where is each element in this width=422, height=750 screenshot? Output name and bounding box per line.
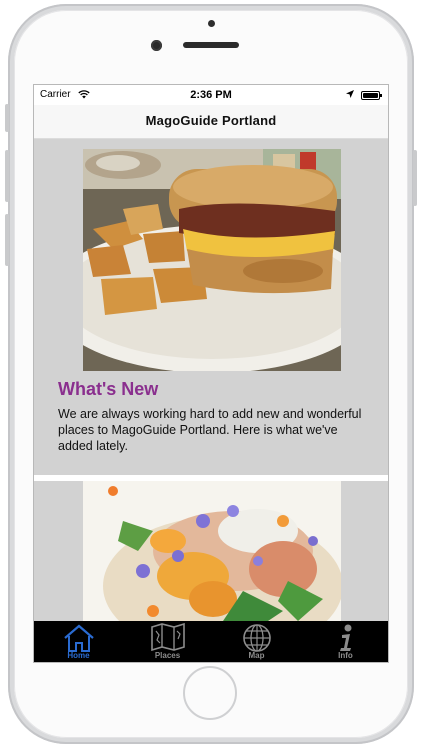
info-icon bbox=[339, 624, 351, 651]
tab-places[interactable]: Places bbox=[123, 621, 212, 662]
tab-info[interactable]: Info bbox=[301, 621, 388, 662]
proximity-sensor bbox=[208, 20, 215, 27]
content-scroll[interactable]: What's New We are always working hard to… bbox=[34, 139, 388, 623]
home-icon bbox=[63, 624, 94, 652]
card-description: We are always working hard to add new an… bbox=[58, 407, 362, 453]
tab-bar: Home Places Map Info bbox=[34, 621, 388, 662]
volume-up-button bbox=[5, 150, 9, 202]
whats-new-card[interactable]: What's New We are always working hard to… bbox=[34, 139, 388, 475]
tab-label: Home bbox=[67, 651, 90, 660]
mute-switch bbox=[5, 104, 9, 132]
tab-label: Places bbox=[154, 651, 181, 660]
battery-icon bbox=[361, 91, 382, 100]
earpiece-speaker bbox=[183, 42, 239, 48]
tab-home[interactable]: Home bbox=[34, 621, 123, 662]
power-button bbox=[413, 150, 417, 206]
status-bar: Carrier 2:36 PM bbox=[34, 85, 388, 105]
app-screen: Carrier 2:36 PM MagoGuide Portland What'… bbox=[33, 84, 389, 663]
map-fold-icon bbox=[150, 623, 185, 651]
globe-icon bbox=[242, 624, 271, 652]
volume-down-button bbox=[5, 214, 9, 266]
flower-dish-illustration bbox=[83, 481, 341, 623]
status-time: 2:36 PM bbox=[190, 89, 232, 101]
card-title: What's New bbox=[58, 379, 159, 399]
page-title: MagoGuide Portland bbox=[145, 113, 277, 128]
location-arrow-icon bbox=[346, 90, 354, 98]
front-camera bbox=[151, 40, 162, 51]
flower-dish-photo bbox=[83, 481, 341, 623]
home-button[interactable] bbox=[183, 666, 237, 720]
navigation-bar: MagoGuide Portland bbox=[34, 105, 388, 139]
tab-label: Map bbox=[248, 651, 265, 660]
breakfast-sandwich-photo bbox=[83, 149, 341, 371]
breakfast-sandwich-illustration bbox=[83, 149, 341, 371]
tab-label: Info bbox=[338, 651, 353, 660]
featured-card[interactable] bbox=[34, 481, 388, 623]
tab-map[interactable]: Map bbox=[212, 621, 301, 662]
